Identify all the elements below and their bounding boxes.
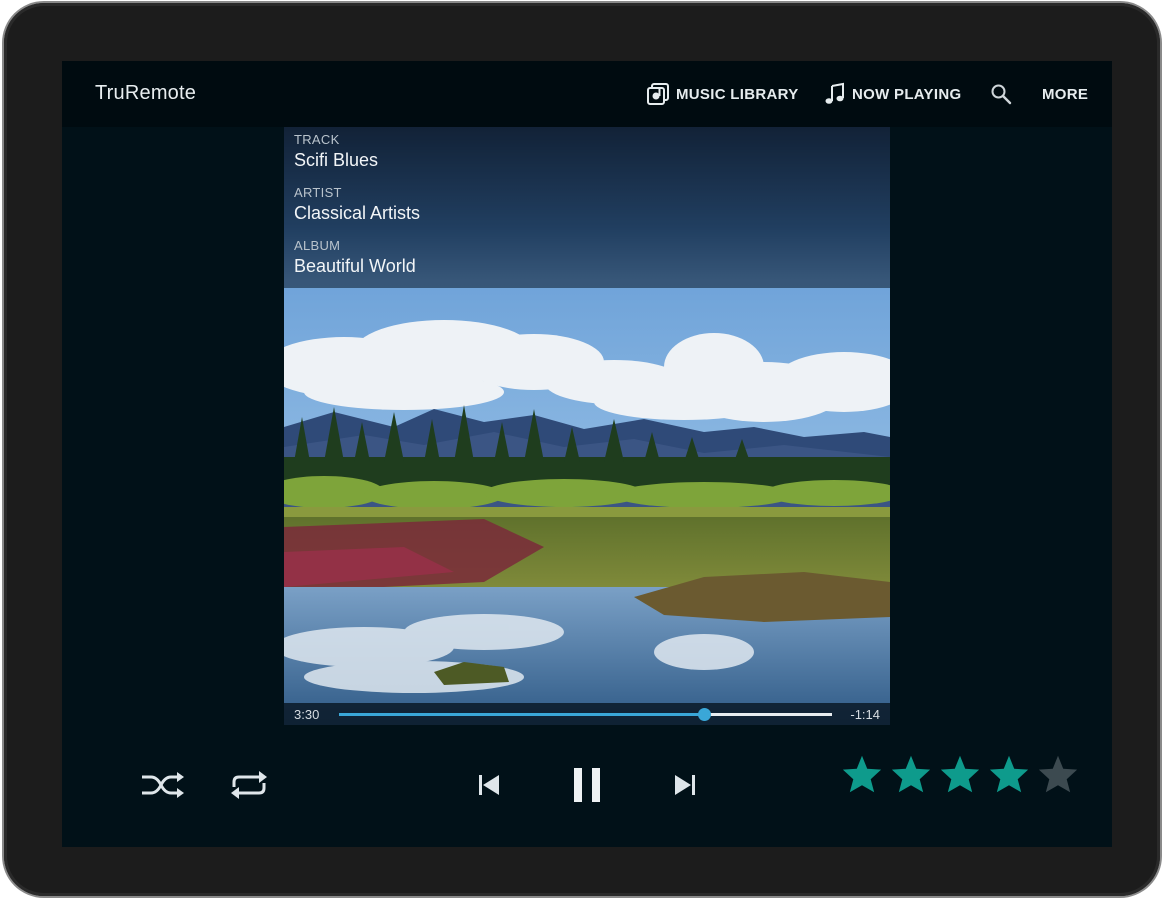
- track-title: Scifi Blues: [294, 150, 379, 170]
- music-library-label: MUSIC LIBRARY: [676, 85, 799, 103]
- app-bar: TruRemote MUSIC LIBRARY NOW PLAYING MORE: [62, 61, 1112, 127]
- more-menu-button[interactable]: MORE: [1042, 80, 1088, 108]
- tablet-frame: TruRemote MUSIC LIBRARY NOW PLAYING MORE…: [4, 3, 1160, 896]
- rating-star-icon[interactable]: [841, 754, 883, 794]
- seek-bar-thumb[interactable]: [697, 708, 711, 721]
- remaining-time: -1:14: [850, 707, 880, 722]
- shuffle-icon[interactable]: [139, 769, 185, 801]
- app-title: TruRemote: [95, 82, 197, 104]
- progress-bar: 3:30 -1:14: [284, 703, 890, 725]
- pause-icon[interactable]: [570, 766, 604, 804]
- music-library-button[interactable]: MUSIC LIBRARY: [646, 80, 799, 108]
- skip-previous-icon[interactable]: [476, 772, 502, 798]
- rating-star-icon[interactable]: [890, 754, 932, 794]
- rating-star-icon[interactable]: [939, 754, 981, 794]
- more-label: MORE: [1042, 85, 1089, 103]
- seek-bar[interactable]: [339, 708, 832, 721]
- track-info-overlay: TRACK Scifi Blues ARTIST Classical Artis…: [284, 127, 890, 288]
- seek-bar-fill: [339, 713, 704, 716]
- repeat-icon[interactable]: [228, 769, 270, 801]
- app-screen: TruRemote MUSIC LIBRARY NOW PLAYING MORE…: [62, 61, 1112, 847]
- skip-next-icon[interactable]: [672, 772, 698, 798]
- rating-star-icon[interactable]: [1037, 754, 1079, 794]
- now-playing-panel: TRACK Scifi Blues ARTIST Classical Artis…: [284, 127, 890, 725]
- search-icon: [991, 84, 1012, 105]
- search-button[interactable]: [989, 80, 1019, 108]
- now-playing-label: NOW PLAYING: [852, 85, 962, 103]
- music-library-icon: [647, 83, 669, 105]
- now-playing-button[interactable]: NOW PLAYING: [824, 80, 961, 108]
- album-name: Beautiful World: [294, 256, 416, 276]
- album-label: ALBUM: [294, 238, 341, 253]
- artist-label: ARTIST: [294, 185, 342, 200]
- artist-name: Classical Artists: [294, 203, 421, 223]
- rating-star-icon[interactable]: [988, 754, 1030, 794]
- track-label: TRACK: [294, 132, 340, 147]
- music-note-icon: [825, 82, 844, 104]
- elapsed-time: 3:30: [294, 707, 320, 722]
